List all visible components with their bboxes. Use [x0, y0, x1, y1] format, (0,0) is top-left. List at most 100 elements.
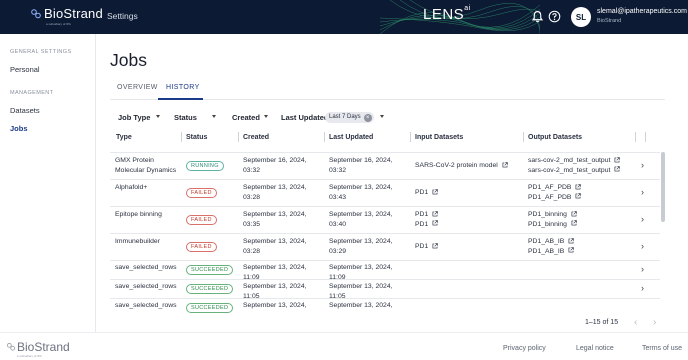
status-badge: SUCCEEDED	[186, 284, 234, 294]
cell-input-dataset[interactable]: PD1 PD1	[415, 210, 438, 229]
brand-subtitle: a subsidiary of IPA	[46, 22, 71, 26]
table-row[interactable]: Alphafold+ FAILED September 13, 2024, 03:28…	[110, 179, 660, 206]
column-header-created[interactable]: Created	[243, 134, 269, 141]
chevron-right-icon[interactable]: ›	[641, 214, 644, 224]
cell-output-datasets[interactable]: sars-cov-2_md_test_output sars-cov-2_md_t…	[528, 156, 621, 175]
column-separator[interactable]	[181, 132, 182, 142]
sidebar: GENERAL SETTINGS Personal MANAGEMENT Dat…	[0, 34, 96, 332]
table-row[interactable]: Epitope binning FAILED September 13, 2024,…	[110, 206, 660, 233]
terms-of-use-link[interactable]: Terms of use	[642, 345, 682, 352]
table-row[interactable]: Immunebuilder FAILED September 13, 2024, 03…	[110, 233, 660, 260]
table-row[interactable]: save_selected_rows SUCCEEDED September 13,…	[110, 298, 660, 313]
footer-brand-subtitle: a subsidiary of IPA	[17, 354, 42, 358]
tab-overview[interactable]: OVERVIEW	[117, 84, 158, 91]
external-link-icon[interactable]	[564, 247, 575, 255]
filter-chip-last-7-days[interactable]: Last 7 Days ×	[325, 112, 374, 123]
tab-history[interactable]: HISTORY	[166, 84, 200, 91]
bell-icon[interactable]	[531, 10, 544, 23]
cell-type: GMX Protein Molecular Dynamics	[115, 157, 177, 174]
column-separator[interactable]	[324, 132, 325, 142]
status-badge: SUCCEEDED	[186, 303, 234, 313]
cell-output-datasets[interactable]: PD1_AB_IB PD1_AB_IB	[528, 237, 575, 256]
external-link-icon[interactable]	[564, 237, 575, 245]
column-separator[interactable]	[238, 132, 239, 142]
external-link-icon[interactable]	[610, 166, 621, 174]
cell-type: Epitope binning	[115, 211, 162, 218]
legal-notice-link[interactable]: Legal notice	[576, 345, 614, 352]
user-email: slemal@ipatherapeutics.com	[597, 8, 687, 15]
chevron-right-icon[interactable]: ›	[641, 241, 644, 251]
chip-label: Last 7 Days	[329, 114, 361, 120]
chevron-right-icon[interactable]: ›	[641, 160, 644, 170]
external-link-icon[interactable]	[567, 210, 577, 218]
close-icon[interactable]: ×	[363, 113, 372, 122]
external-link-icon[interactable]	[428, 242, 438, 250]
tab-active-indicator	[158, 98, 203, 100]
footer-brand: BioStrand	[6, 340, 70, 354]
cell-type: save_selected_rows	[115, 283, 177, 290]
cell-last-updated: September 16, 2024, 03:32	[329, 157, 393, 174]
cell-output-datasets[interactable]: PD1_AF_PDB PD1_AF_PDB	[528, 183, 582, 202]
external-link-icon[interactable]	[571, 183, 582, 191]
table-row[interactable]: save_selected_rows SUCCEEDED September 13,…	[110, 279, 660, 300]
cell-output-datasets[interactable]: PD1_binning PD1_binning	[528, 210, 577, 229]
caret-down-icon[interactable]	[212, 115, 216, 118]
table-row[interactable]: save_selected_rows SUCCEEDED September 13,…	[110, 260, 660, 281]
chevron-right-icon[interactable]: ›	[641, 283, 644, 293]
external-link-icon[interactable]	[498, 161, 508, 169]
filter-status[interactable]: Status	[174, 113, 197, 122]
cell-type: save_selected_rows	[115, 264, 177, 271]
column-separator[interactable]	[523, 132, 524, 142]
table-scrollbar[interactable]	[661, 152, 665, 222]
cell-last-updated: September 13, 2024, 03:29	[329, 238, 393, 255]
caret-down-icon[interactable]	[264, 115, 268, 118]
filter-created[interactable]: Created	[232, 113, 260, 122]
top-navbar: BioStrand a subsidiary of IPA Settings L…	[0, 0, 688, 34]
column-header-last-updated[interactable]: Last Updated	[329, 134, 373, 141]
column-separator[interactable]	[410, 132, 411, 142]
cell-last-updated: September 13, 2024,	[329, 302, 393, 309]
cell-created: September 16, 2024, 03:32	[243, 157, 307, 174]
column-separator[interactable]	[635, 132, 636, 142]
cell-created: September 13, 2024,	[243, 302, 307, 309]
filter-last-updated[interactable]: Last Updated	[281, 113, 329, 122]
sidebar-item-personal[interactable]: Personal	[10, 65, 40, 74]
cell-input-dataset[interactable]: SARS-CoV-2 protein model	[415, 161, 508, 171]
cell-last-updated: September 13, 2024, 03:43	[329, 184, 393, 201]
cell-input-dataset[interactable]: PD1	[415, 242, 438, 252]
external-link-icon[interactable]	[428, 210, 438, 218]
chevron-right-icon[interactable]: ›	[641, 187, 644, 197]
privacy-policy-link[interactable]: Privacy policy	[503, 345, 546, 352]
external-link-icon[interactable]	[610, 156, 621, 164]
external-link-icon[interactable]	[567, 220, 577, 228]
cell-created: September 13, 2024, 03:35	[243, 211, 307, 228]
brand-name: BioStrand	[44, 6, 103, 21]
column-header-output-datasets[interactable]: Output Datasets	[528, 134, 582, 141]
status-badge: RUNNING	[186, 161, 224, 171]
chevron-right-icon[interactable]: ›	[641, 264, 644, 274]
cell-input-dataset[interactable]: PD1	[415, 188, 438, 198]
brand-logo-block[interactable]: BioStrand a subsidiary of IPA	[30, 6, 103, 26]
caret-down-icon[interactable]	[156, 115, 160, 118]
external-link-icon[interactable]	[428, 188, 438, 196]
status-badge: FAILED	[186, 215, 217, 225]
caret-down-icon[interactable]	[380, 115, 384, 118]
column-separator[interactable]	[645, 132, 646, 142]
table-row[interactable]: GMX Protein Molecular Dynamics RUNNING Sept…	[110, 152, 660, 179]
status-badge: FAILED	[186, 242, 217, 252]
help-icon[interactable]	[548, 10, 561, 23]
sidebar-item-datasets[interactable]: Datasets	[10, 106, 40, 115]
biostrand-logo-icon	[7, 343, 15, 351]
sidebar-item-jobs[interactable]: Jobs	[10, 124, 28, 133]
chevron-right-icon[interactable]: ›	[653, 317, 656, 328]
sidebar-heading-management: MANAGEMENT	[10, 90, 54, 96]
column-header-input-datasets[interactable]: Input Datasets	[415, 134, 463, 141]
filter-job-type[interactable]: Job Type	[118, 113, 150, 122]
external-link-icon[interactable]	[571, 193, 582, 201]
column-header-type[interactable]: Type	[116, 134, 132, 141]
external-link-icon[interactable]	[428, 220, 438, 228]
column-header-status[interactable]: Status	[186, 134, 207, 141]
cell-created: September 13, 2024, 03:28	[243, 238, 307, 255]
chevron-left-icon[interactable]: ‹	[634, 317, 637, 328]
avatar[interactable]: SL	[571, 7, 591, 27]
